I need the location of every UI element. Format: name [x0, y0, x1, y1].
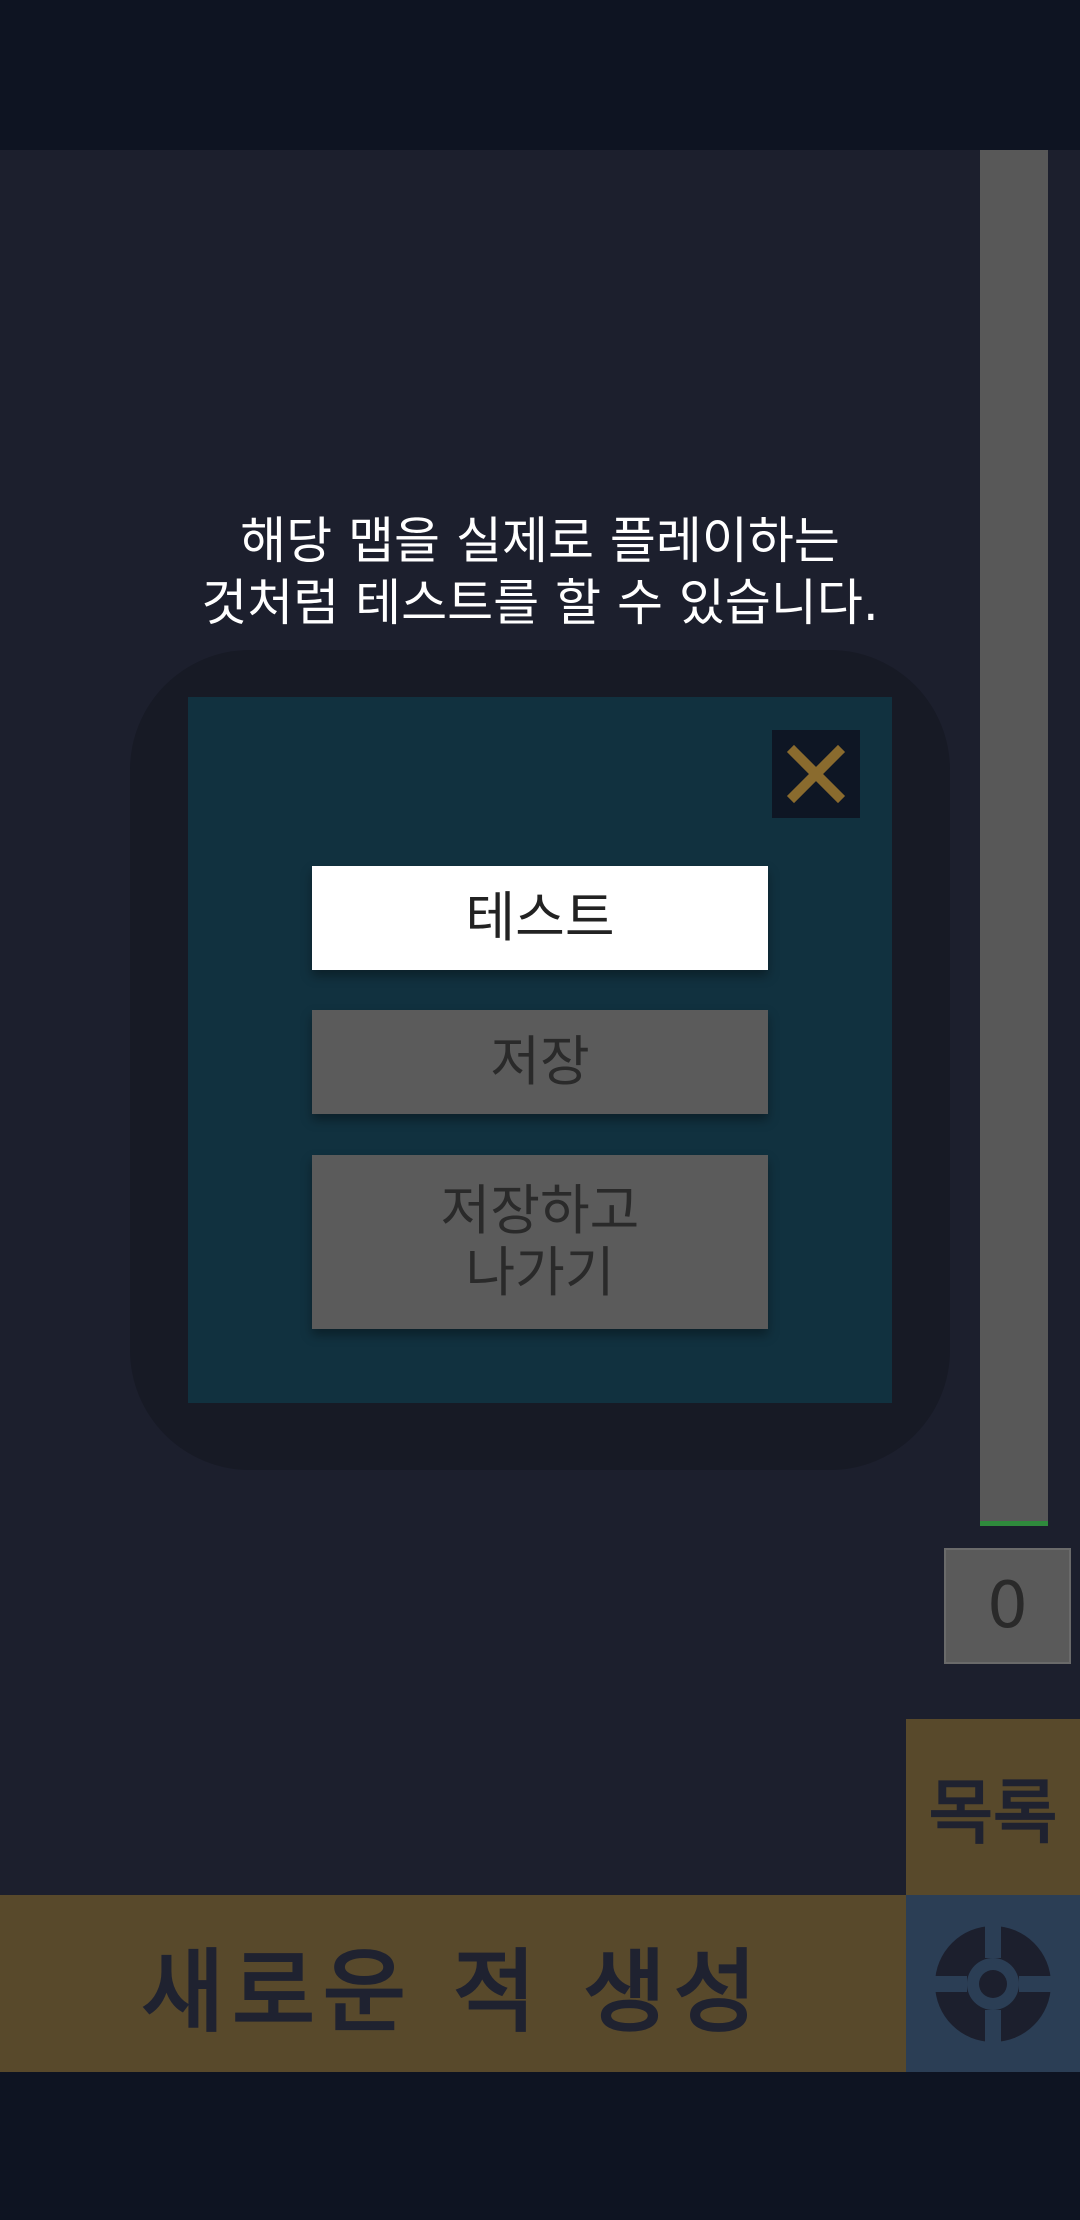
- save-button[interactable]: 저장: [312, 1010, 768, 1114]
- test-button[interactable]: 테스트: [312, 866, 768, 970]
- slider-value-box: 0: [944, 1548, 1071, 1664]
- settings-button[interactable]: [906, 1895, 1080, 2072]
- lifebuoy-icon: [933, 1923, 1053, 2044]
- slider-handle[interactable]: [980, 1521, 1048, 1526]
- slider-value: 0: [987, 1569, 1028, 1643]
- test-button-label: 테스트: [465, 886, 615, 949]
- close-button[interactable]: [772, 730, 860, 818]
- save-exit-label-line-2: 나가기: [465, 1241, 615, 1304]
- new-enemy-button-label: 새로운 적 생성: [141, 1939, 765, 2045]
- close-icon: [786, 744, 846, 804]
- save-button-label: 저장: [490, 1030, 590, 1093]
- game-screen: 0 목록 새로운 적 생성 해당 맵을 실제로 플레이하는 것처럼 테스트를 할…: [0, 0, 1080, 2220]
- tooltip-line-2: 것처럼 테스트를 할 수 있습니다.: [201, 574, 879, 632]
- new-enemy-button[interactable]: 새로운 적 생성: [0, 1895, 906, 2072]
- tooltip-line-1: 해당 맵을 실제로 플레이하는: [240, 512, 840, 570]
- list-button[interactable]: 목록: [906, 1719, 1080, 1895]
- save-exit-label-line-1: 저장하고: [440, 1179, 640, 1242]
- list-button-label: 목록: [928, 1771, 1058, 1854]
- save-and-exit-button[interactable]: 저장하고 나가기: [312, 1155, 768, 1329]
- tooltip-text: 해당 맵을 실제로 플레이하는 것처럼 테스트를 할 수 있습니다.: [100, 510, 980, 634]
- top-bar: [0, 0, 1080, 150]
- vertical-slider-track[interactable]: [980, 150, 1048, 1525]
- bottom-bar: [0, 2072, 1080, 2220]
